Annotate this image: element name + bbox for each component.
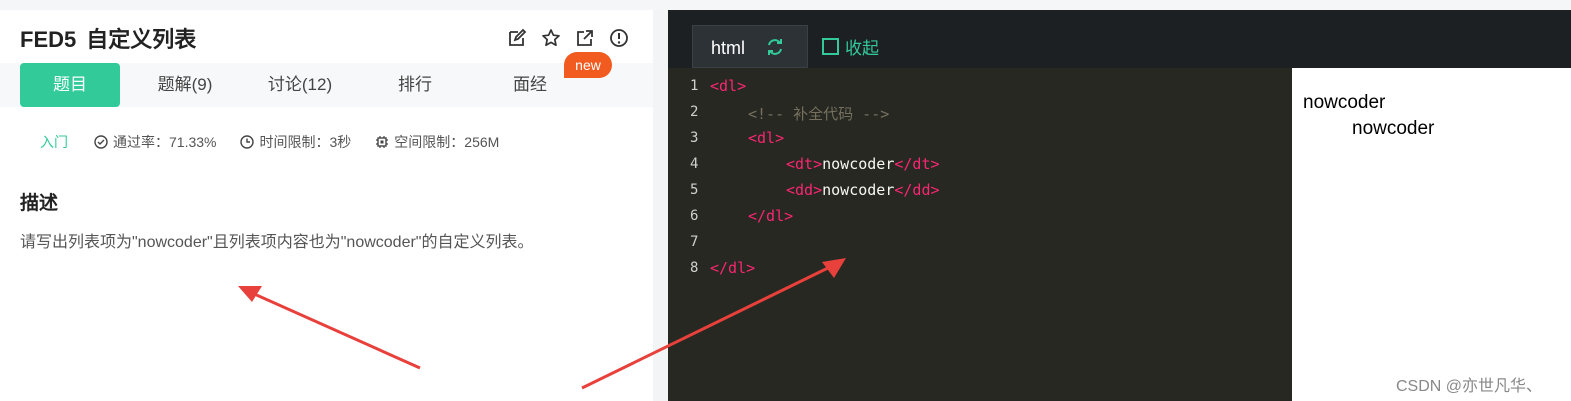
preview-dt: nowcoder (1303, 92, 1386, 113)
share-icon[interactable] (575, 28, 595, 48)
star-icon[interactable] (541, 28, 561, 48)
code-token: </dt> (894, 155, 940, 173)
panel-icon (822, 38, 839, 55)
pass-rate: 通过率：71.33% (94, 132, 216, 152)
new-badge: new (564, 52, 612, 78)
tab-ranking[interactable]: 排行 (365, 63, 465, 107)
time-limit-text: 时间限制：3秒 (259, 134, 352, 150)
refresh-icon[interactable] (765, 37, 785, 57)
code-text: nowcoder (822, 155, 895, 173)
problem-meta: 入门 通过率：71.33% 时间限制：3秒 空间限制：256M (40, 132, 523, 152)
line-number: 6 (690, 208, 699, 224)
difficulty-level: 入门 (40, 134, 68, 150)
code-token: </dl> (748, 207, 794, 225)
line-number: 2 (690, 104, 699, 120)
top-strip (0, 0, 1571, 10)
problem-name: 自定义列表 (86, 27, 197, 52)
code-line: <dl> (748, 129, 784, 147)
line-number: 8 (690, 260, 699, 276)
code-comment: <!-- 补全代码 --> (748, 105, 890, 123)
code-line: <dt>nowcoder</dt> (786, 155, 940, 173)
code-token: </dl> (710, 259, 756, 277)
tab-problem[interactable]: 题目 (20, 63, 120, 107)
problem-code: FED5 (20, 27, 77, 52)
clock-icon (240, 135, 255, 149)
info-icon[interactable] (609, 28, 629, 48)
description-text: 请写出列表项为"nowcoder"且列表项内容也为"nowcoder"的自定义列… (20, 234, 534, 251)
code-token: <dt> (786, 155, 823, 173)
tab-discussion[interactable]: 讨论(12) (250, 63, 350, 107)
code-line: <dd>nowcoder</dd> (786, 181, 940, 199)
code-token: <dl> (710, 77, 747, 95)
code-line: </dl> (748, 207, 793, 225)
check-circle-icon (94, 135, 108, 149)
line-number: 3 (690, 130, 699, 146)
line-number: 7 (690, 234, 699, 250)
space-limit-text: 空间限制：256M (394, 134, 500, 150)
code-token: <dl> (748, 129, 785, 147)
problem-tabs: 题目 题解(9) 讨论(12) 排行 面经 (0, 63, 653, 107)
code-token: </dd> (894, 181, 940, 199)
problem-toolbar (507, 28, 629, 48)
panel-divider[interactable] (653, 10, 668, 401)
code-editor[interactable]: 1 2 3 4 5 6 7 8 <dl> <!-- 补全代码 --> <dl> … (668, 68, 1292, 401)
problem-title: FED5 自定义列表 (20, 22, 196, 54)
language-tab[interactable]: html (692, 25, 808, 68)
code-line: </dl> (710, 259, 755, 277)
language-label: html (711, 38, 746, 58)
code-line: <!-- 补全代码 --> (748, 103, 889, 124)
preview-pane: nowcoder nowcoder (1292, 68, 1571, 401)
time-limit: 时间限制：3秒 (240, 132, 351, 152)
code-line: <dl> (710, 77, 746, 95)
chip-icon (376, 136, 389, 148)
watermark: CSDN @亦世凡华、 (1396, 378, 1543, 395)
tab-solutions[interactable]: 题解(9) (135, 63, 235, 107)
pass-rate-text: 通过率：71.33% (113, 134, 217, 150)
line-number: 4 (690, 156, 699, 172)
collapse-button[interactable]: 收起 (822, 34, 879, 59)
line-number: 5 (690, 182, 699, 198)
space-limit: 空间限制：256M (375, 132, 499, 152)
description-heading: 描述 (20, 193, 59, 214)
collapse-label: 收起 (845, 39, 879, 58)
preview-dd: nowcoder (1352, 118, 1435, 139)
code-text: nowcoder (822, 181, 895, 199)
edit-icon[interactable] (507, 28, 527, 48)
line-number: 1 (690, 78, 699, 94)
code-token: <dd> (786, 181, 823, 199)
